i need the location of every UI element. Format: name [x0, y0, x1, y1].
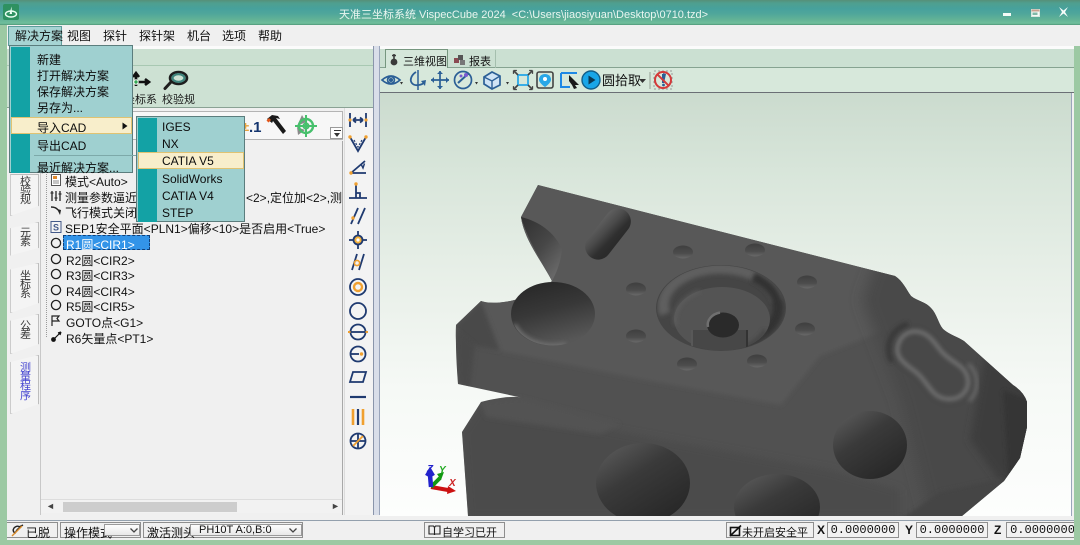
svg-text:圆拾取: 圆拾取: [602, 73, 641, 88]
svg-text:Y: Y: [439, 465, 447, 476]
svg-text:X: X: [448, 478, 457, 489]
svg-text:Z: Z: [426, 464, 434, 475]
svg-text:S: S: [53, 223, 59, 233]
svg-text:.1: .1: [249, 119, 262, 136]
